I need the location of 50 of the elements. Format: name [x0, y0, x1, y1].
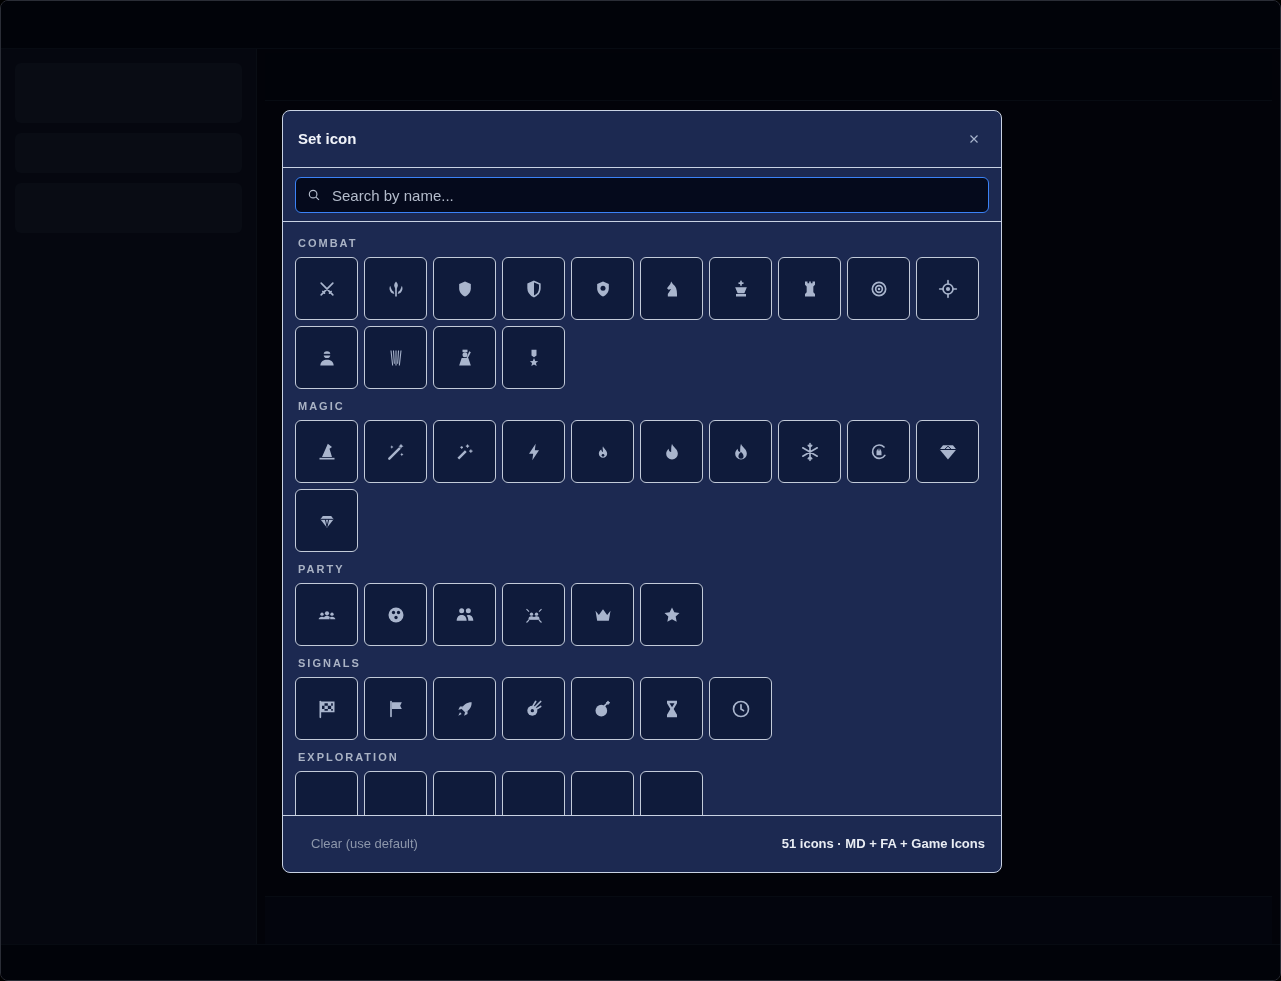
icon-option-button[interactable]: [502, 583, 565, 646]
icon-option-button[interactable]: [364, 326, 427, 389]
icon-option-button[interactable]: [364, 257, 427, 320]
snowflake-icon: [799, 441, 820, 462]
icon-option-button[interactable]: [847, 257, 910, 320]
icon-option-button[interactable]: [571, 583, 634, 646]
icon-option-button[interactable]: [433, 420, 496, 483]
icon-option-button[interactable]: [295, 677, 358, 740]
icon-option-button[interactable]: [433, 326, 496, 389]
crosshair-icon: [937, 278, 958, 299]
section-heading: SIGNALS: [298, 656, 362, 670]
icon-option-button[interactable]: [502, 420, 565, 483]
icon-option-button[interactable]: [916, 257, 979, 320]
section-heading: PARTY: [298, 562, 346, 576]
icon-option-button[interactable]: [433, 257, 496, 320]
clock-icon: [730, 698, 751, 719]
icon-count-text: 51 icons · MD + FA + Game Icons: [781, 835, 985, 854]
icon-option-button[interactable]: [433, 583, 496, 646]
section-heading: EXPLORATION: [298, 750, 400, 764]
section-heading: COMBAT: [298, 236, 359, 250]
icon-option-button[interactable]: [640, 583, 703, 646]
icon-option-button[interactable]: [778, 420, 841, 483]
icon-option-button[interactable]: [847, 420, 910, 483]
icon-option-button[interactable]: [640, 420, 703, 483]
icon-option-button[interactable]: [640, 257, 703, 320]
icon-option-button[interactable]: [571, 677, 634, 740]
icon-option-button[interactable]: [916, 420, 979, 483]
icon-option-button[interactable]: [709, 677, 772, 740]
icon-option-button[interactable]: [364, 677, 427, 740]
icon-option-button[interactable]: [778, 257, 841, 320]
icon-option-button[interactable]: [502, 257, 565, 320]
dialog-title: Set icon: [298, 128, 357, 149]
icon-option-button[interactable]: [295, 257, 358, 320]
icon-option-button[interactable]: [295, 489, 358, 552]
icon-option-button[interactable]: [571, 420, 634, 483]
icon-option-button[interactable]: [502, 677, 565, 740]
section-heading: MAGIC: [298, 399, 346, 413]
icon-option-button[interactable]: [295, 326, 358, 389]
icon-option-button[interactable]: [364, 420, 427, 483]
icon-option-button[interactable]: [571, 257, 634, 320]
icon-option-button[interactable]: [640, 677, 703, 740]
icon-option-button[interactable]: [295, 583, 358, 646]
icon-option-button[interactable]: [295, 420, 358, 483]
icon-option-button[interactable]: [433, 677, 496, 740]
icon-option-button[interactable]: [709, 257, 772, 320]
clear-button[interactable]: Clear (use default): [299, 830, 430, 858]
icon-option-button[interactable]: [709, 420, 772, 483]
search-field[interactable]: Search by name...: [295, 177, 989, 213]
icon-option-button[interactable]: [364, 583, 427, 646]
icon-option-button[interactable]: [502, 326, 565, 389]
